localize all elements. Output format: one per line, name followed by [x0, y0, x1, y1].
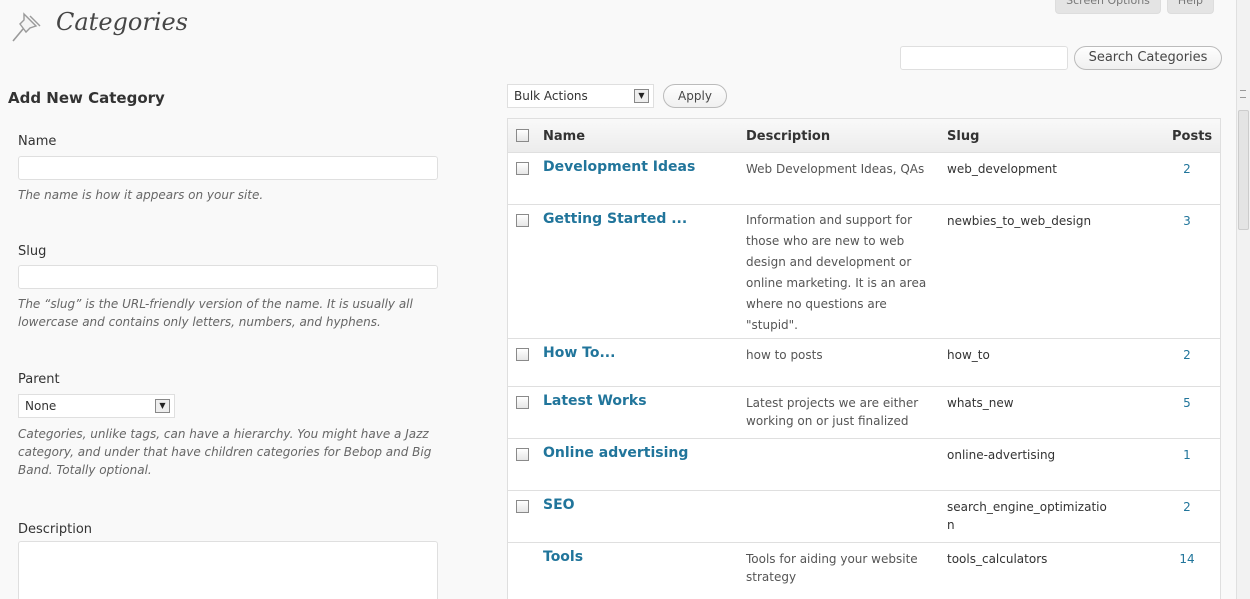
- category-slug: how_to: [947, 348, 990, 362]
- table-row: How To... how to posts how_to 2: [508, 339, 1220, 387]
- column-description[interactable]: Description: [746, 128, 932, 146]
- parent-select-value: None: [25, 399, 57, 413]
- table-row: SEO search_engine_optimizatio n 2: [508, 491, 1220, 543]
- parent-help-text: Categories, unlike tags, can have a hier…: [18, 427, 432, 477]
- category-post-count[interactable]: 2: [1172, 498, 1202, 516]
- category-slug: search_engine_optimizatio n: [947, 500, 1107, 532]
- column-posts[interactable]: Posts: [1172, 128, 1212, 146]
- dropdown-arrow-icon: ▼: [155, 399, 170, 413]
- apply-button[interactable]: Apply: [663, 84, 727, 108]
- add-new-category-heading: Add New Category: [8, 89, 165, 107]
- category-slug: newbies_to_web_design: [947, 214, 1092, 228]
- dropdown-arrow-icon: ▼: [634, 89, 649, 103]
- category-name-link[interactable]: Tools: [543, 548, 583, 566]
- search-categories-button[interactable]: Search Categories: [1074, 46, 1222, 70]
- row-checkbox[interactable]: [516, 214, 529, 227]
- category-post-count[interactable]: 1: [1172, 446, 1202, 464]
- category-slug: web_development: [947, 162, 1057, 176]
- category-name-link[interactable]: Online advertising: [543, 444, 688, 462]
- category-post-count[interactable]: 3: [1172, 212, 1202, 230]
- slug-input[interactable]: [18, 265, 438, 289]
- name-help-text: The name is how it appears on your site.: [18, 188, 264, 202]
- search-input[interactable]: [900, 46, 1068, 70]
- scroll-grip-icon: [1240, 90, 1246, 98]
- vertical-scrollbar[interactable]: [1236, 0, 1250, 599]
- slug-help-text: The “slug” is the URL-friendly version o…: [18, 297, 413, 329]
- scroll-thumb[interactable]: [1238, 110, 1249, 230]
- pushpin-icon: [12, 12, 41, 42]
- row-checkbox[interactable]: [516, 348, 529, 361]
- column-slug[interactable]: Slug: [947, 128, 1139, 146]
- bulk-actions-value: Bulk Actions: [514, 89, 588, 103]
- table-row: Tools Tools for aiding your website stra…: [508, 543, 1220, 599]
- table-row: Development Ideas Web Development Ideas,…: [508, 153, 1220, 205]
- table-row: Online advertising online-advertising 1: [508, 439, 1220, 491]
- slug-label: Slug: [18, 244, 47, 259]
- categories-table: Name Description Slug Posts Development …: [507, 118, 1221, 599]
- category-description: Latest projects we are either working on…: [746, 396, 919, 428]
- category-name-link[interactable]: Development Ideas: [543, 158, 695, 176]
- table-header: Name Description Slug Posts: [508, 119, 1220, 153]
- row-checkbox[interactable]: [516, 448, 529, 461]
- category-slug: online-advertising: [947, 448, 1056, 462]
- bulk-actions-select[interactable]: Bulk Actions ▼: [507, 84, 654, 108]
- category-description: Web Development Ideas, QAs: [746, 162, 925, 176]
- description-textarea[interactable]: [18, 541, 438, 599]
- category-name-link[interactable]: Latest Works: [543, 392, 647, 410]
- name-input[interactable]: [18, 156, 438, 180]
- category-description: how to posts: [746, 348, 823, 362]
- description-label: Description: [18, 522, 93, 537]
- row-checkbox[interactable]: [516, 500, 529, 513]
- category-post-count[interactable]: 14: [1172, 550, 1202, 568]
- table-row: Getting Started ... Information and supp…: [508, 205, 1220, 339]
- category-slug: tools_calculators: [947, 552, 1048, 566]
- page-title: Categories: [56, 8, 188, 36]
- category-post-count[interactable]: 5: [1172, 394, 1202, 412]
- row-checkbox[interactable]: [516, 396, 529, 409]
- column-name[interactable]: Name: [543, 128, 585, 146]
- category-post-count[interactable]: 2: [1172, 160, 1202, 178]
- select-all-checkbox[interactable]: [516, 129, 529, 142]
- category-description: Tools for aiding your website strategy: [746, 552, 918, 584]
- table-row: Latest Works Latest projects we are eith…: [508, 387, 1220, 439]
- name-label: Name: [18, 134, 57, 149]
- screen-meta-tabs: Screen Options Help: [1055, 0, 1214, 14]
- category-name-link[interactable]: SEO: [543, 496, 575, 514]
- row-checkbox[interactable]: [516, 162, 529, 175]
- category-name-link[interactable]: How To...: [543, 344, 615, 362]
- help-tab[interactable]: Help: [1166, 0, 1214, 14]
- category-description: Information and support for those who ar…: [746, 213, 927, 332]
- screen-options-tab[interactable]: Screen Options: [1055, 0, 1161, 14]
- category-post-count[interactable]: 2: [1172, 346, 1202, 364]
- parent-select[interactable]: None ▼: [18, 394, 175, 418]
- category-name-link[interactable]: Getting Started ...: [543, 210, 687, 228]
- category-slug: whats_new: [947, 396, 1014, 410]
- parent-label: Parent: [18, 372, 60, 387]
